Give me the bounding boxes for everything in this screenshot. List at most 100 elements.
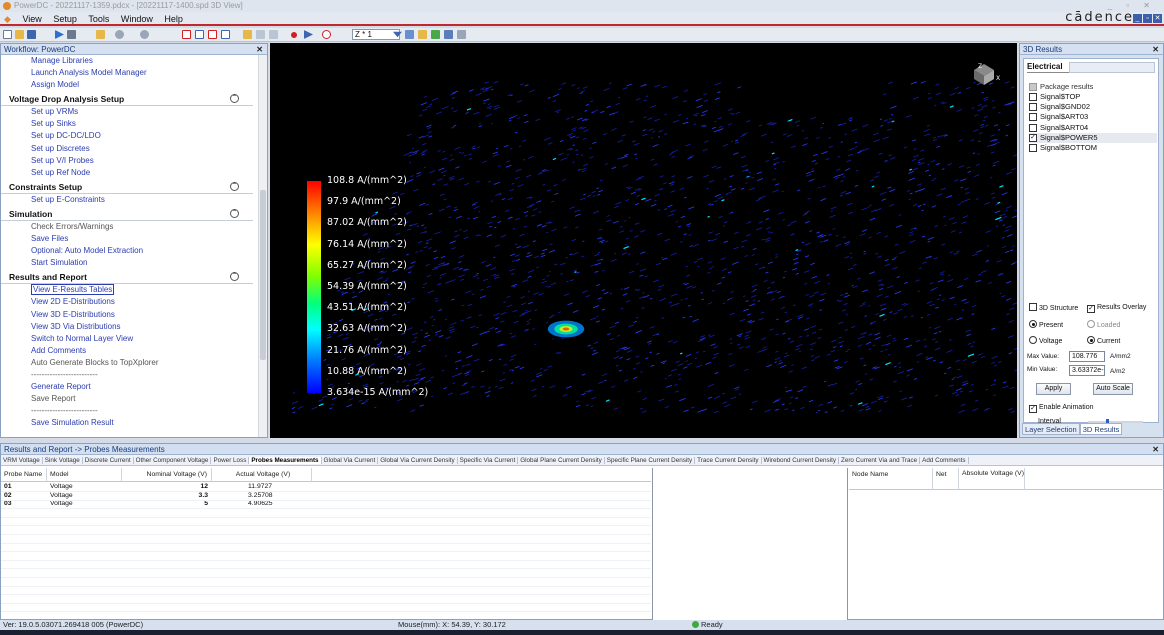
workflow-item-set-up-vrms[interactable]: Set up VRMs bbox=[1, 106, 267, 118]
menu-setup[interactable]: Setup bbox=[53, 12, 77, 26]
measure-icon[interactable] bbox=[405, 30, 414, 39]
color-icon[interactable] bbox=[431, 30, 440, 39]
next-icon[interactable] bbox=[304, 30, 313, 39]
tab-global-via-current[interactable]: Global Via Current bbox=[321, 457, 379, 464]
column-header[interactable]: Node Name bbox=[849, 468, 933, 490]
mdi-controls[interactable]: _ ▫ ✕ bbox=[1133, 14, 1162, 23]
pen-icon[interactable] bbox=[457, 30, 466, 39]
tab-power-loss[interactable]: Power Loss bbox=[211, 457, 250, 464]
collapse-icon[interactable]: ⌃ bbox=[230, 181, 239, 191]
tab-3d-results[interactable]: 3D Results bbox=[1079, 423, 1123, 435]
tab-probes-measurements[interactable]: Probes Measurements bbox=[249, 457, 322, 464]
column-header[interactable]: Absolute Voltage (V) bbox=[959, 468, 1025, 490]
layer-checkbox-signal-art04[interactable]: Signal$ART04 bbox=[1029, 123, 1157, 133]
menu-view[interactable]: View bbox=[22, 12, 41, 26]
close-icon[interactable]: ✕ bbox=[1152, 444, 1159, 455]
copy-icon[interactable] bbox=[256, 30, 265, 39]
column-header[interactable]: Net bbox=[933, 468, 959, 490]
workflow-item-start-simulation[interactable]: Start Simulation bbox=[1, 257, 267, 269]
workflow-item-set-up-e-constraints[interactable]: Set up E-Constraints bbox=[1, 194, 267, 206]
open-icon[interactable] bbox=[96, 30, 105, 39]
tab-wirebond-current-density[interactable]: Wirebond Current Density bbox=[761, 457, 839, 464]
section-results-and-report[interactable]: Results and Report ⌃ bbox=[1, 271, 253, 285]
workflow-item-view-3d-e-distributions[interactable]: View 3D E-Distributions bbox=[1, 309, 267, 321]
results-overlay-checkbox[interactable]: ✓ Results Overlay bbox=[1087, 303, 1146, 313]
layer-checkbox-signal-gnd02[interactable]: Signal$GND02 bbox=[1029, 102, 1157, 112]
section-simulation[interactable]: Simulation ⌃ bbox=[1, 208, 253, 221]
tab-electrical[interactable]: Electrical bbox=[1027, 62, 1069, 73]
open-folder-icon[interactable] bbox=[15, 30, 24, 39]
column-header[interactable]: Nominal Voltage (V) bbox=[122, 468, 212, 482]
workflow-item-view-2d-e-distributions[interactable]: View 2D E-Distributions bbox=[1, 296, 267, 308]
highlight-icon[interactable] bbox=[418, 30, 427, 39]
tab-trace-current-density[interactable]: Trace Current Density bbox=[695, 457, 762, 464]
new-file-icon[interactable] bbox=[3, 30, 12, 39]
settings-icon[interactable] bbox=[444, 30, 453, 39]
enable-animation-checkbox[interactable]: ✓ Enable Animation bbox=[1029, 403, 1093, 413]
layer-checkbox-signal-art03[interactable]: Signal$ART03 bbox=[1029, 112, 1157, 122]
zoom-combo[interactable]: Z * 1 bbox=[352, 29, 400, 40]
workflow-item-assign-model[interactable]: Assign Model bbox=[1, 79, 267, 91]
workflow-item-view-e-results-tables[interactable]: View E-Results Tables bbox=[1, 284, 267, 296]
checkbox[interactable] bbox=[1029, 93, 1037, 101]
workflow-scrollbar[interactable] bbox=[258, 55, 267, 437]
close-icon[interactable]: ✕ bbox=[1152, 44, 1159, 55]
menu-window[interactable]: Window bbox=[121, 12, 153, 26]
workflow-item-switch-to-normal-layer-view[interactable]: Switch to Normal Layer View bbox=[1, 333, 267, 345]
3d-view-canvas[interactable]: 108.8 A/(mm^2) 97.9 A/(mm^2) 87.02 A/(mm^2… bbox=[270, 43, 1017, 438]
minimize-icon[interactable]: _ bbox=[1133, 14, 1142, 23]
undo-icon[interactable] bbox=[115, 30, 124, 39]
section-constraints-setup[interactable]: Constraints Setup ⌃ bbox=[1, 181, 253, 194]
tab-zero-current-via-and-trace[interactable]: Zero Current Via and Trace bbox=[838, 457, 921, 464]
record-icon[interactable] bbox=[291, 32, 297, 38]
menu-help[interactable]: Help bbox=[164, 12, 183, 26]
export-icon[interactable] bbox=[269, 30, 278, 39]
tab-specific-plane-current-density[interactable]: Specific Plane Current Density bbox=[604, 457, 696, 464]
close-icon[interactable]: ✕ bbox=[256, 44, 263, 55]
workflow-item-manage-libraries[interactable]: Manage Libraries bbox=[1, 55, 267, 67]
workflow-item-set-up-v-i-probes[interactable]: Set up V/I Probes bbox=[1, 155, 267, 167]
package-results-checkbox[interactable]: Package results bbox=[1029, 82, 1157, 92]
checkbox[interactable] bbox=[1029, 113, 1037, 122]
collapse-icon[interactable]: ⌃ bbox=[230, 208, 239, 218]
tab-specific-via-current[interactable]: Specific Via Current bbox=[457, 457, 519, 464]
voltage-radio[interactable]: Voltage bbox=[1029, 336, 1062, 347]
workflow-item-optional-auto-model-extraction[interactable]: Optional: Auto Model Extraction bbox=[1, 245, 267, 257]
workflow-item-view-3d-via-distributions[interactable]: View 3D Via Distributions bbox=[1, 321, 267, 333]
zoom-fit-icon[interactable] bbox=[221, 30, 230, 39]
tab-other-component-voltage[interactable]: Other Component Voltage bbox=[133, 457, 212, 464]
restore-icon[interactable]: ▫ bbox=[1143, 14, 1152, 23]
tab-global-plane-current-density[interactable]: Global Plane Current Density bbox=[518, 457, 605, 464]
auto-scale-button[interactable]: Auto Scale bbox=[1093, 383, 1133, 395]
workflow-item-check-errors-warnings[interactable]: Check Errors/Warnings bbox=[1, 221, 267, 233]
workflow-item-save-report[interactable]: Save Report bbox=[1, 393, 267, 405]
workflow-item-set-up-ref-node[interactable]: Set up Ref Node bbox=[1, 167, 267, 179]
layers-icon[interactable] bbox=[243, 30, 252, 39]
workflow-item-auto-generate-blocks-to-topxplorer[interactable]: Auto Generate Blocks to TopXplorer bbox=[1, 357, 267, 369]
checkbox[interactable] bbox=[1029, 103, 1037, 112]
tab-layer-selection[interactable]: Layer Selection bbox=[1022, 423, 1080, 435]
play-icon[interactable] bbox=[55, 30, 64, 39]
checkbox[interactable] bbox=[1029, 144, 1037, 152]
save-icon[interactable] bbox=[27, 30, 36, 39]
layer-checkbox-signal-bottom[interactable]: Signal$BOTTOM bbox=[1029, 143, 1157, 153]
menu-tools[interactable]: Tools bbox=[88, 12, 109, 26]
layer-checkbox-signal-top[interactable]: Signal$TOP bbox=[1029, 92, 1157, 102]
column-header[interactable]: Probe Name bbox=[1, 468, 47, 482]
tab-global-via-current-density[interactable]: Global Via Current Density bbox=[378, 457, 458, 464]
scroll-thumb[interactable] bbox=[260, 190, 266, 360]
section-voltage-drop-analysis-setup[interactable]: Voltage Drop Analysis Setup ⌃ bbox=[1, 93, 253, 107]
workflow-item-save-simulation-result[interactable]: Save Simulation Result bbox=[1, 417, 267, 429]
checkbox[interactable]: ✓ bbox=[1029, 133, 1037, 142]
layer-checkbox-signal-power5[interactable]: ✓ Signal$POWER5 bbox=[1029, 132, 1157, 143]
column-header[interactable]: Actual Voltage (V) bbox=[212, 468, 312, 482]
collapse-icon[interactable]: ⌃ bbox=[230, 94, 239, 104]
tab-sink-voltage[interactable]: Sink Voltage bbox=[42, 457, 83, 464]
checkbox[interactable] bbox=[1029, 83, 1037, 91]
frame-icon[interactable] bbox=[208, 30, 217, 39]
select-box-icon[interactable] bbox=[182, 30, 191, 39]
menu-icon[interactable]: ◆ bbox=[4, 12, 11, 26]
present-radio[interactable]: Present bbox=[1029, 320, 1063, 331]
current-radio[interactable]: Current bbox=[1087, 336, 1120, 347]
workflow-item-set-up-dc-dc-ldo[interactable]: Set up DC-DC/LDO bbox=[1, 130, 267, 142]
